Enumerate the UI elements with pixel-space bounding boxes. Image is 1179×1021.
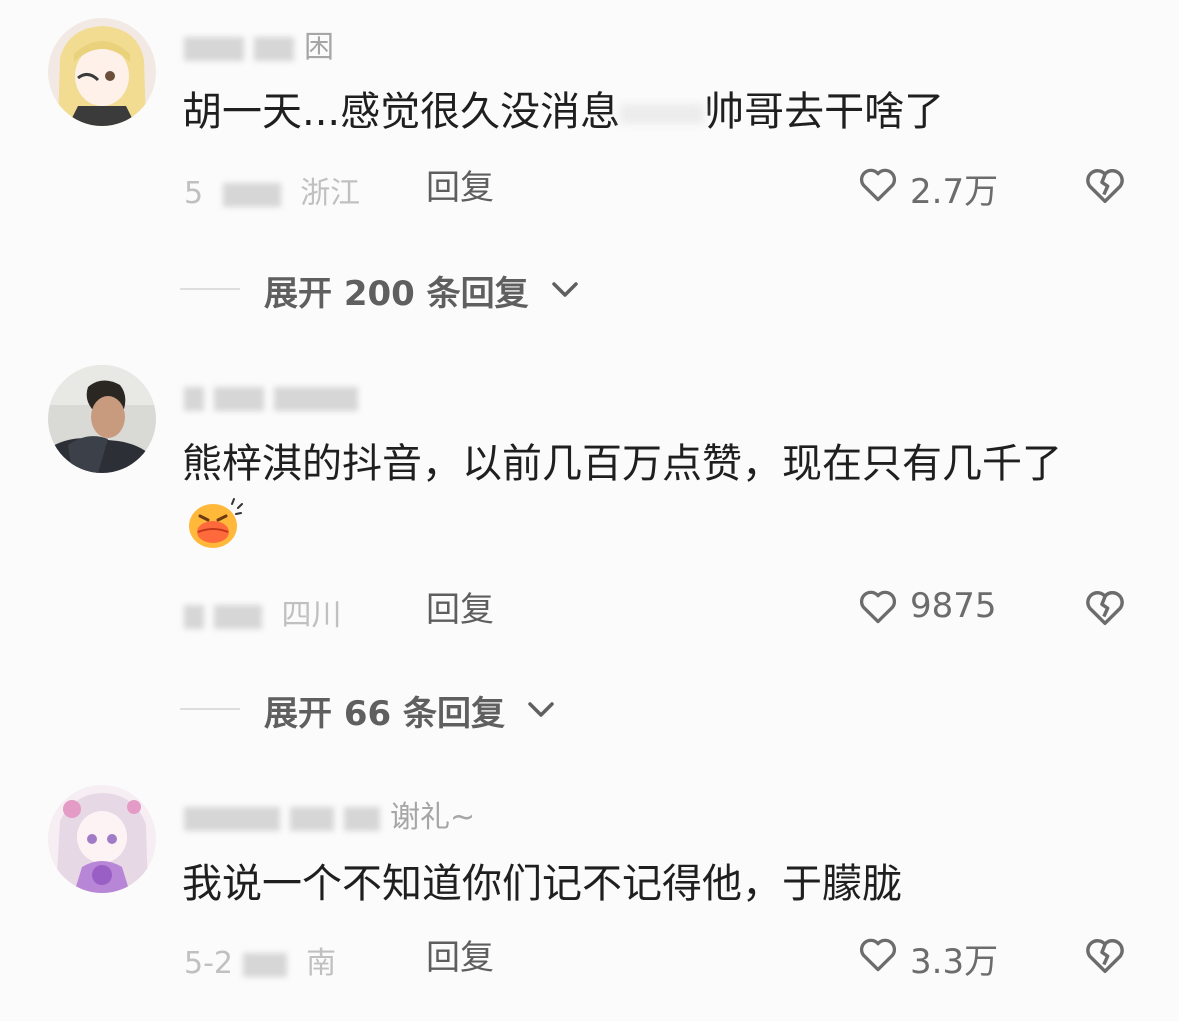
redacted-block [214,386,264,411]
comment-item: 谢礼~ 我说一个不知道你们记不记得他，于朦胧 5-2 南 回复 3.3万 [0,780,1179,1021]
comment-username[interactable]: 谢礼~ [184,792,475,836]
comment-text: 熊梓淇的抖音，以前几百万点赞，现在只有几千了 [182,432,1102,563]
comment-item: 困 胡一天...感觉很久没消息 帅哥去干啥了 5 浙江 回复 2.7万 展开 20… [0,0,1179,320]
comment-date-location: 四川 [184,590,342,634]
redacted-block [620,104,705,124]
comment-text: 我说一个不知道你们记不记得他，于朦胧 [182,852,1102,916]
broken-heart-icon[interactable] [1082,932,1128,978]
heart-outline-icon [859,590,897,624]
expand-replies-button[interactable]: 展开 200 条回复 [180,266,600,314]
avatar[interactable] [48,785,156,893]
avatar-image [48,18,156,126]
comment-username[interactable] [184,380,368,415]
comment-text-part: 胡一天...感觉很久没消息 [182,89,621,135]
comment-text-part: 我说一个不知道你们记不记得他，于朦胧 [182,861,902,907]
redacted-block [214,604,262,629]
kiss-emoji-icon [189,498,243,548]
avatar[interactable] [48,18,156,126]
redacted-block [184,36,244,61]
avatar-image [48,365,156,473]
comment-date: 5-2 [184,946,233,981]
comment-date: 5 [184,176,204,211]
redacted-block [242,952,287,977]
heart-outline-icon [859,168,897,202]
redacted-block [254,36,294,61]
reply-button[interactable]: 回复 [426,582,494,631]
redacted-block [222,182,281,207]
expand-replies-label: 展开 66 条回复 [264,694,505,734]
redacted-block [184,604,204,629]
reply-button[interactable]: 回复 [426,930,494,979]
like-button[interactable]: 3.3万 [856,930,1016,982]
chevron-down-icon [552,282,578,297]
broken-heart-icon[interactable] [1082,162,1128,208]
avatar-image [48,785,156,893]
heart-outline-icon [859,938,897,972]
comment-text-part: 帅哥去干啥了 [704,89,945,135]
comment-meta: 5 浙江 回复 2.7万 [184,160,1144,212]
reply-button[interactable]: 回复 [426,160,494,209]
comment-meta: 5-2 南 回复 3.3万 [184,930,1144,982]
redacted-block [184,386,204,411]
divider [180,708,240,710]
comment-location: 南 [306,946,337,981]
chevron-down-icon [528,702,554,717]
expand-replies-button[interactable]: 展开 66 条回复 [180,686,570,734]
avatar[interactable] [48,365,156,473]
comment-meta: 四川 回复 9875 [184,582,1144,634]
comment-location: 浙江 [300,176,361,211]
expand-replies-label: 展开 200 条回复 [264,274,529,314]
comment-text: 胡一天...感觉很久没消息 帅哥去干啥了 [182,80,1102,144]
redacted-block [274,386,358,411]
redacted-block [344,806,380,831]
comment-date-location: 5-2 南 [184,938,336,982]
comment-location: 四川 [281,598,342,633]
like-count: 9875 [910,586,997,626]
divider [180,288,240,290]
redacted-block [184,806,280,831]
like-count: 3.3万 [910,942,999,982]
comment-text-part: 熊梓淇的抖音，以前几百万点赞，现在只有几千了 [182,441,1062,487]
broken-heart-icon[interactable] [1082,584,1128,630]
like-button[interactable]: 9875 [856,582,1016,632]
comment-username[interactable]: 困 [184,22,334,66]
like-count: 2.7万 [910,172,999,212]
comment-item: 熊梓淇的抖音，以前几百万点赞，现在只有几千了 四川 回复 9875 展开 66 … [0,360,1179,740]
like-button[interactable]: 2.7万 [856,160,1016,212]
redacted-block [290,806,334,831]
comment-date-location: 5 浙江 [184,168,360,212]
